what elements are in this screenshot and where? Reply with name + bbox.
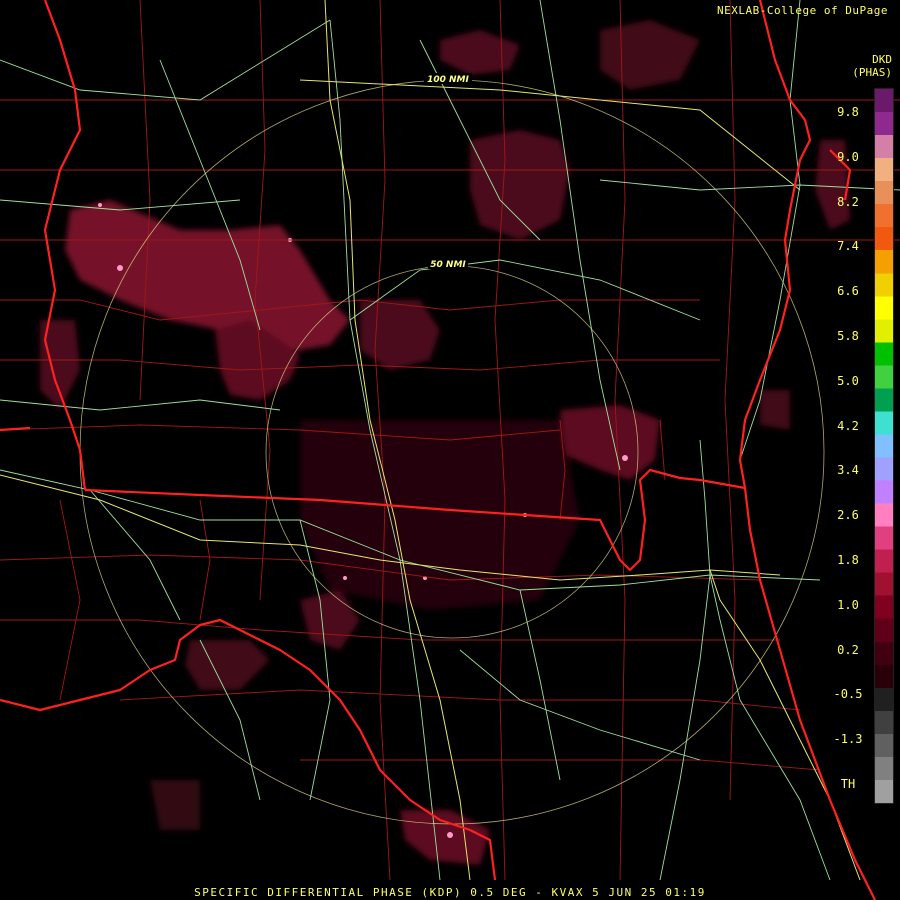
units-line1: DKD bbox=[872, 53, 892, 66]
legend-label: 0.2 bbox=[837, 642, 859, 657]
legend-label: -1.3 bbox=[833, 732, 863, 747]
legend-label: -0.5 bbox=[833, 687, 863, 702]
legend-label: 2.6 bbox=[837, 508, 859, 523]
legend-label: 6.6 bbox=[837, 284, 859, 299]
legend-label: 4.2 bbox=[837, 418, 859, 433]
units-line2: (PHAS) bbox=[852, 66, 892, 79]
legend-label: 1.0 bbox=[837, 597, 859, 612]
ring-label-100nmi: 100 NMI bbox=[427, 75, 469, 85]
legend-label: 8.2 bbox=[837, 194, 859, 209]
legend-label: 1.8 bbox=[837, 553, 859, 567]
legend-label: 5.8 bbox=[837, 329, 859, 343]
ring-label-50nmi: 50 NMI bbox=[430, 260, 466, 270]
radar-echoes bbox=[40, 20, 850, 865]
legend-label: 5.0 bbox=[837, 373, 859, 388]
radar-map: 100 NMI 50 NMI bbox=[0, 0, 900, 900]
legend-label: 9.0 bbox=[837, 149, 859, 164]
legend-label: 3.4 bbox=[837, 463, 859, 478]
legend-units: DKD (PHAS) bbox=[826, 53, 892, 79]
source-credit: NEXLAB-College of DuPage bbox=[717, 4, 888, 17]
state-line-left bbox=[0, 426, 31, 432]
legend-label: TH bbox=[840, 777, 856, 791]
legend-label: 7.4 bbox=[837, 239, 859, 254]
legend-label: 9.8 bbox=[837, 105, 859, 119]
product-caption: SPECIFIC DIFFERENTIAL PHASE (KDP) 0.5 DE… bbox=[194, 886, 706, 899]
color-scale-bar bbox=[874, 88, 894, 804]
